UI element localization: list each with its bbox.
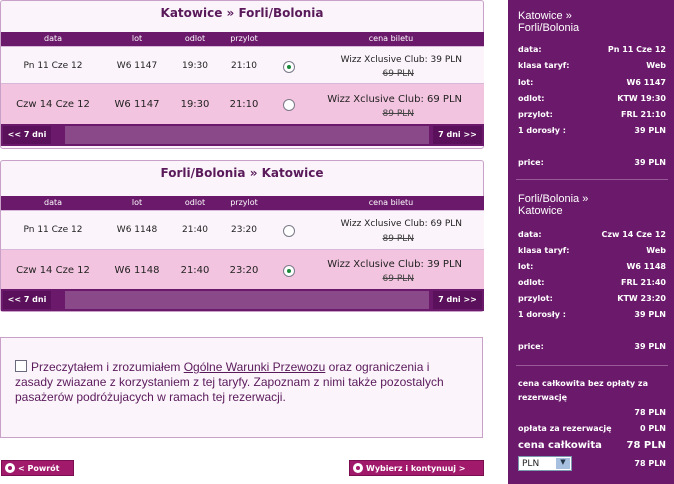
- outbound-date-navigation: << 7 dni 7 dni >>: [1, 124, 484, 146]
- prev-week-button[interactable]: << 7 dni: [3, 291, 51, 309]
- continue-circle-icon: [353, 463, 363, 473]
- flight-number: W6 1148: [116, 225, 158, 235]
- flight-row[interactable]: Pn 11 Cze 12 W6 1148 21:40 23:20 Wizz Xc…: [1, 210, 484, 249]
- old-price: 89 PLN: [382, 234, 415, 244]
- fare-price: Wizz Xclusive Club: 39 PLN: [327, 259, 462, 270]
- flight-date: Pn 11 Cze 12: [23, 61, 83, 71]
- fare-price: Wizz Xclusive Club: 69 PLN: [327, 94, 462, 105]
- date-scroll-track[interactable]: [65, 291, 429, 309]
- summary-line: lot: W6 1147: [518, 78, 666, 87]
- flight-number: W6 1147: [116, 61, 158, 71]
- flight-date: Czw 14 Cze 12: [16, 99, 90, 110]
- back-button[interactable]: < Powrót: [1, 460, 74, 476]
- summary-outbound-title: Katowice » Forli/Bolonia: [518, 10, 580, 34]
- summary-divider: [516, 179, 668, 180]
- flight-date: Pn 11 Cze 12: [23, 225, 83, 235]
- summary-divider: [516, 365, 668, 366]
- next-week-button[interactable]: 7 dni >>: [433, 291, 482, 309]
- departure-time: 19:30: [182, 61, 208, 71]
- summary-outbound-price: price: 39 PLN: [518, 158, 666, 167]
- summary-line: lot: W6 1148: [518, 262, 666, 271]
- fare-price: Wizz Xclusive Club: 69 PLN: [340, 219, 462, 229]
- back-button-label: < Powrót: [18, 464, 60, 473]
- departure-time: 19:30: [180, 99, 210, 110]
- arrival-time: 23:20: [229, 265, 259, 276]
- prev-week-button[interactable]: << 7 dni: [3, 126, 51, 144]
- summary-line: 1 dorosły :39 PLN: [518, 126, 666, 135]
- flight-row[interactable]: Czw 14 Cze 12 W6 1148 21:40 23:20 Wizz X…: [1, 249, 484, 289]
- booking-summary-sidebar: Katowice » Forli/Bolonia data: Pn 11 Cze …: [508, 0, 674, 484]
- total-no-fee-label: cena całkowita bez opłaty za rezerwację: [518, 379, 648, 402]
- col-header-date: data: [43, 198, 63, 207]
- summary-return-title: Forli/Bolonia » Katowice: [518, 193, 589, 217]
- terms-text-before: Przeczytałem i zrozumiałem: [31, 360, 184, 374]
- fare-radio-selected[interactable]: [283, 265, 295, 277]
- summary-line: odlot: FRL 21:40: [518, 278, 666, 287]
- old-price: 89 PLN: [382, 109, 415, 119]
- return-route-title: Forli/Bolonia » Katowice: [160, 166, 324, 180]
- fare-radio-selected[interactable]: [283, 61, 295, 73]
- chevron-down-icon[interactable]: ▼: [556, 458, 570, 469]
- flight-row[interactable]: Pn 11 Cze 12 W6 1147 19:30 21:10 Wizz Xc…: [1, 46, 484, 83]
- terms-acceptance-box: Przeczytałem i zrozumiałem Ogólne Warunk…: [0, 337, 483, 438]
- return-date-navigation: << 7 dni 7 dni >>: [1, 289, 484, 311]
- outbound-route-title: Katowice » Forli/Bolonia: [160, 6, 324, 20]
- currency-select[interactable]: PLN ▼: [518, 456, 572, 471]
- col-header-departure: odlot: [184, 34, 206, 43]
- col-header-price: cena biletu: [368, 198, 414, 207]
- fare-radio[interactable]: [283, 99, 295, 111]
- arrival-time: 23:20: [231, 225, 257, 235]
- outbound-table-header: data lot odlot przylot cena biletu: [1, 32, 484, 46]
- col-header-flight: lot: [131, 34, 143, 43]
- arrival-time: 21:10: [229, 99, 259, 110]
- summary-line: data: Czw 14 Cze 12: [518, 230, 666, 239]
- continue-button-label: Wybierz i kontynuuj >: [366, 464, 466, 473]
- summary-return-price: price: 39 PLN: [518, 342, 666, 351]
- summary-line: 1 dorosły :39 PLN: [518, 310, 666, 319]
- flight-row[interactable]: Czw 14 Cze 12 W6 1147 19:30 21:10 Wizz X…: [1, 83, 484, 124]
- terms-link[interactable]: Ogólne Warunki Przewozu: [184, 360, 326, 374]
- return-flight-panel: Forli/Bolonia » Katowice data lot odlot …: [0, 160, 484, 312]
- currency-selected-value: PLN: [522, 459, 540, 469]
- col-header-flight: lot: [131, 198, 143, 207]
- fare-price: Wizz Xclusive Club: 39 PLN: [340, 55, 462, 65]
- col-header-price: cena biletu: [368, 34, 414, 43]
- fare-radio[interactable]: [283, 225, 295, 237]
- col-header-arrival: przylot: [230, 198, 258, 207]
- departure-time: 21:40: [180, 265, 210, 276]
- old-price: 69 PLN: [382, 69, 415, 79]
- summary-line: przylot: FRL 21:10: [518, 110, 666, 119]
- summary-line: data: Pn 11 Cze 12: [518, 45, 666, 54]
- continue-button[interactable]: Wybierz i kontynuuj >: [349, 460, 484, 476]
- col-header-departure: odlot: [184, 198, 206, 207]
- old-price: 69 PLN: [382, 274, 415, 284]
- back-circle-icon: [5, 463, 15, 473]
- col-header-arrival: przylot: [230, 34, 258, 43]
- outbound-flight-panel: Katowice » Forli/Bolonia data lot odlot …: [0, 0, 484, 149]
- flight-date: Czw 14 Cze 12: [16, 265, 90, 276]
- terms-checkbox[interactable]: [15, 360, 27, 372]
- next-week-button[interactable]: 7 dni >>: [433, 126, 482, 144]
- flight-number: W6 1147: [114, 99, 160, 110]
- booking-fee-line: opłata za rezerwację 0 PLN: [518, 424, 666, 433]
- col-header-date: data: [43, 34, 63, 43]
- arrival-time: 21:10: [231, 61, 257, 71]
- summary-line: odlot: KTW 19:30: [518, 94, 666, 103]
- date-scroll-track[interactable]: [65, 126, 429, 144]
- grand-total: cena całkowita 78 PLN: [518, 440, 666, 451]
- flight-number: W6 1148: [114, 265, 160, 276]
- summary-line: przylot: KTW 23:20: [518, 294, 666, 303]
- summary-line: klasa taryf: Web: [518, 61, 666, 70]
- return-table-header: data lot odlot przylot cena biletu: [1, 196, 484, 210]
- summary-line: klasa taryf: Web: [518, 246, 666, 255]
- departure-time: 21:40: [182, 225, 208, 235]
